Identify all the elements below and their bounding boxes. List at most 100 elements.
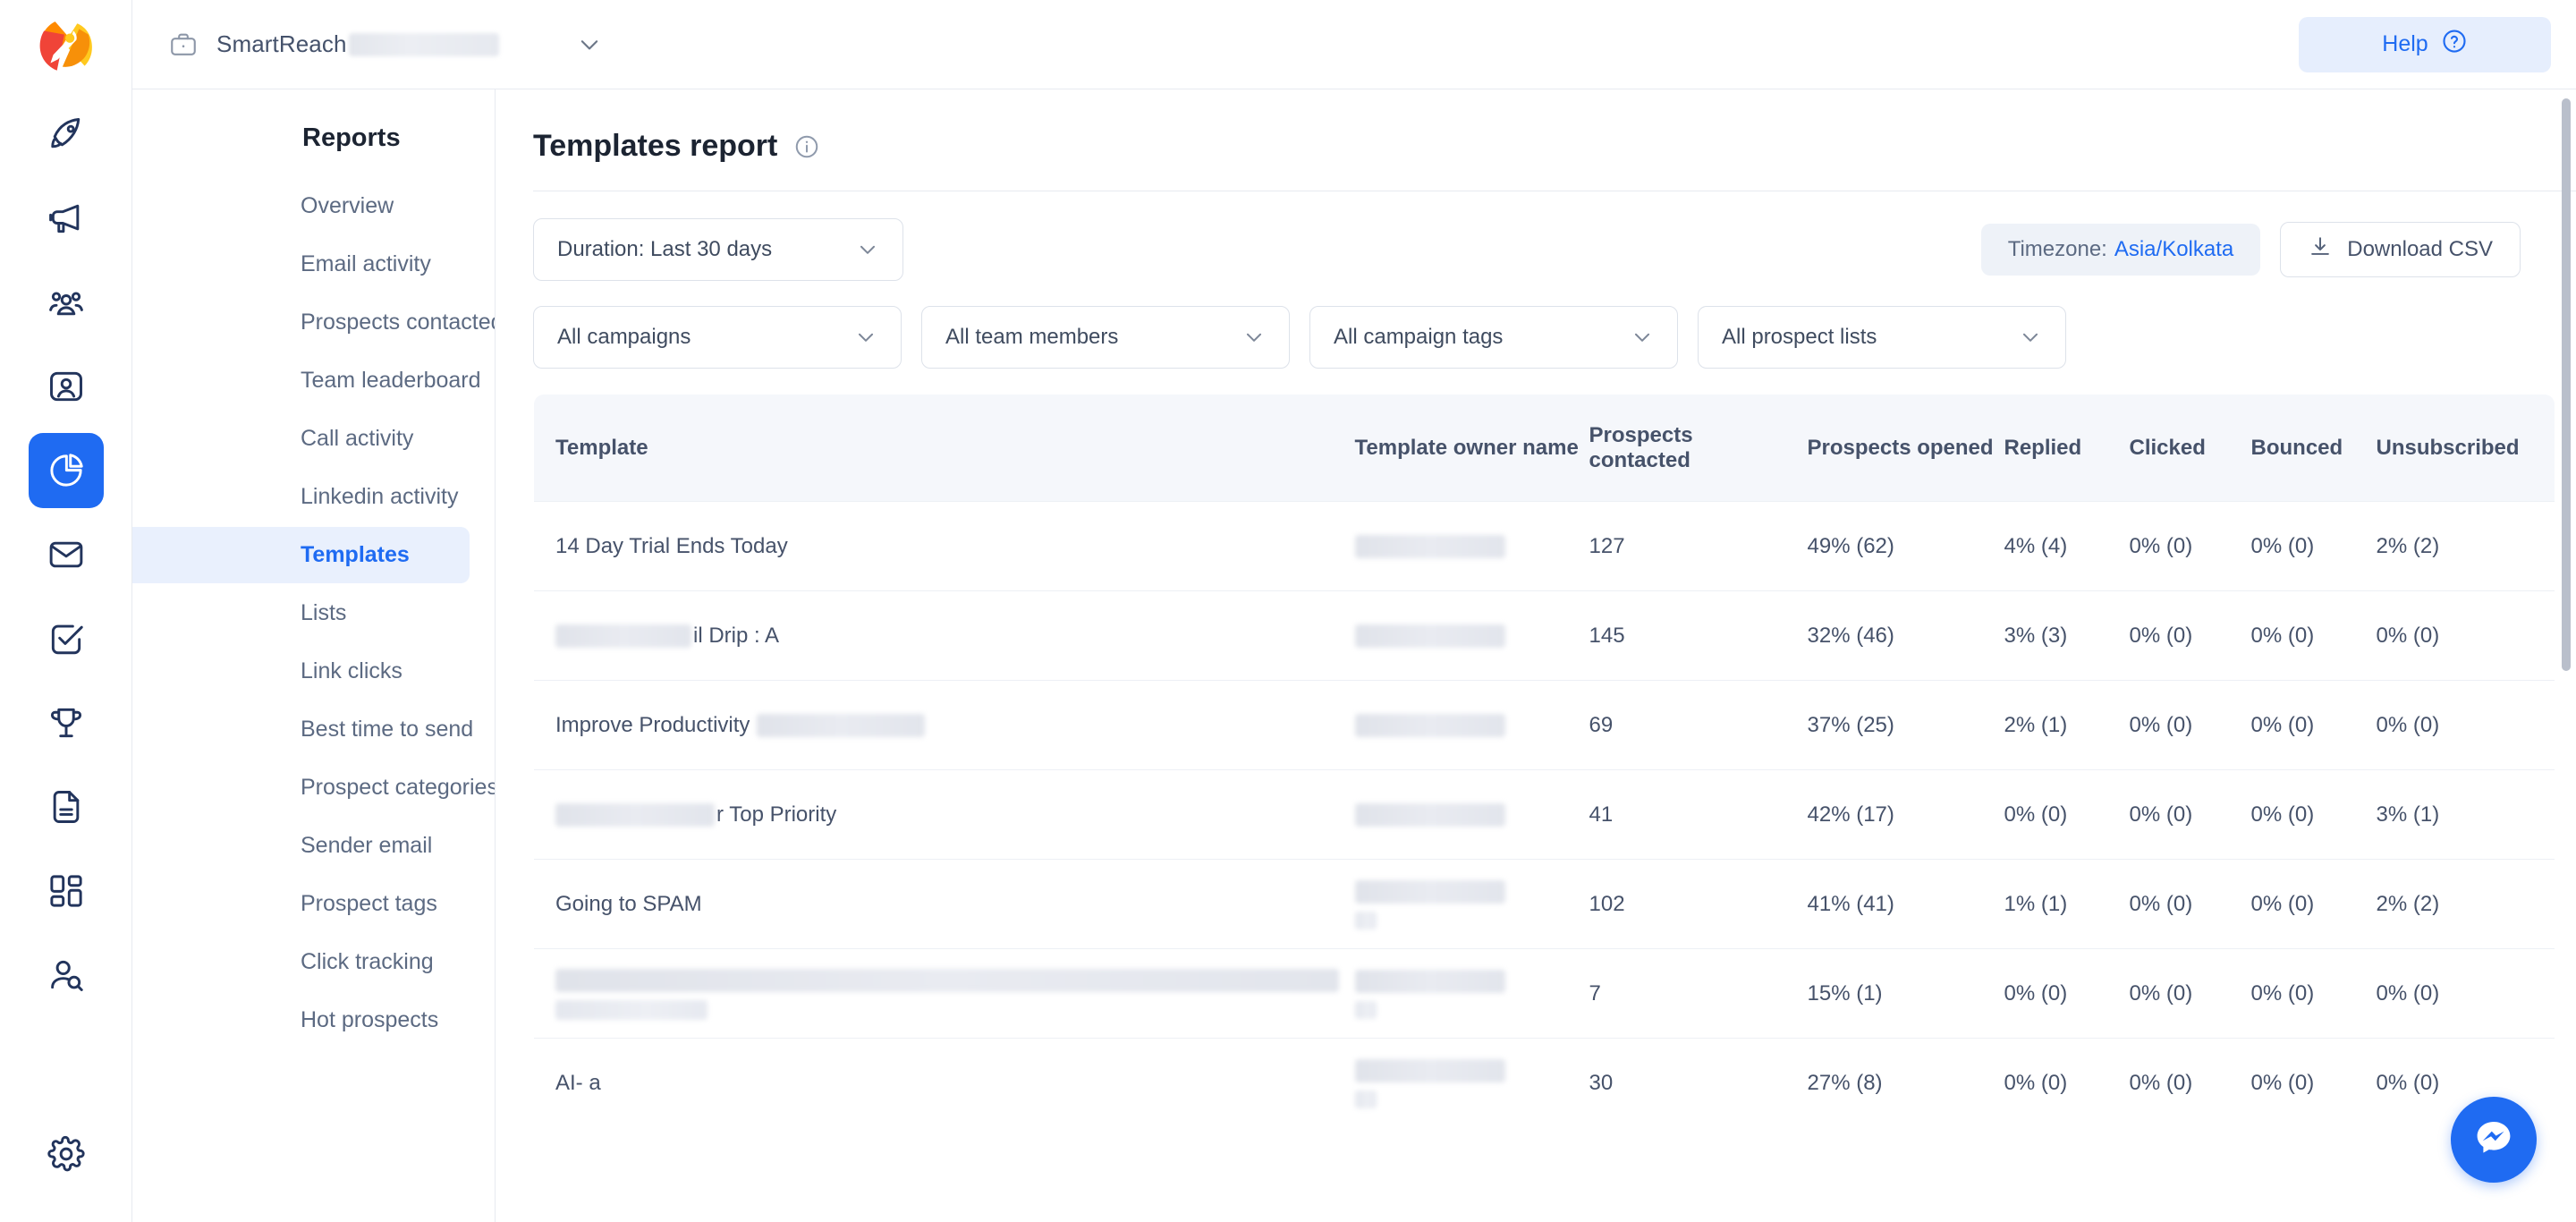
rail-item-settings[interactable] <box>29 1116 104 1192</box>
rail-item-prospect-finder[interactable] <box>29 938 104 1013</box>
team-members-filter-label: All team members <box>945 325 1119 349</box>
duration-select[interactable]: Duration: Last 30 days <box>533 218 903 281</box>
cell-opened: 49% (62) <box>1807 501 2004 591</box>
column-header-clicked[interactable]: Clicked <box>2129 395 2251 502</box>
chevron-down-icon <box>1242 326 1266 349</box>
prospect-lists-filter[interactable]: All prospect lists <box>1698 306 2066 369</box>
table-header-row: Template Template owner name Prospects c… <box>534 395 2555 502</box>
sidebar-item-call-activity[interactable]: Call activity <box>132 411 470 467</box>
sidebar-item-click-tracking[interactable]: Click tracking <box>132 934 470 990</box>
cell-contacted: 145 <box>1589 590 1808 681</box>
sidebar-item-link-clicks[interactable]: Link clicks <box>132 643 470 700</box>
owner-redacted <box>1354 1058 1505 1082</box>
template-name: r Top Priority <box>716 802 837 827</box>
chevron-down-icon <box>2019 326 2042 349</box>
sidebar-item-templates[interactable]: Templates <box>132 527 470 583</box>
template-prefix-redacted <box>555 624 691 648</box>
column-header-contacted[interactable]: Prospects contacted <box>1589 395 1808 502</box>
team-members-filter[interactable]: All team members <box>921 306 1290 369</box>
cell-contacted: 7 <box>1589 948 1808 1039</box>
workspace-name-redacted <box>348 32 499 56</box>
campaigns-filter[interactable]: All campaigns <box>533 306 902 369</box>
owner-redacted-line2 <box>1354 1001 1377 1019</box>
timezone-value[interactable]: Asia/Kolkata <box>2114 237 2233 262</box>
owner-redacted <box>1354 624 1505 649</box>
cell-clicked: 0% (0) <box>2129 501 2251 591</box>
cell-contacted: 41 <box>1589 769 1808 860</box>
sidebar-item-lists[interactable]: Lists <box>132 585 470 641</box>
question-circle-icon <box>2441 28 2468 61</box>
icon-rail <box>0 0 132 1222</box>
column-header-owner-name[interactable]: Template owner name <box>1354 395 1589 502</box>
cell-contacted: 102 <box>1589 859 1808 949</box>
cell-owner <box>1354 948 1589 1039</box>
column-header-bounced[interactable]: Bounced <box>2250 395 2377 502</box>
table-row[interactable]: il Drip : A 145 32% (46) 3% (3) 0% (0) 0… <box>534 590 2555 681</box>
owner-redacted <box>1354 535 1505 559</box>
table-row[interactable]: 14 Day Trial Ends Today 127 49% (62) 4% … <box>534 501 2555 591</box>
sidebar-nav: Overview Email activity Prospects contac… <box>132 178 495 1048</box>
table-row[interactable]: 7 15% (1) 0% (0) 0% (0) 0% (0) 0% (0) <box>534 948 2555 1039</box>
rail-item-templates[interactable] <box>29 769 104 844</box>
campaign-tags-filter[interactable]: All campaign tags <box>1309 306 1678 369</box>
cell-opened: 27% (8) <box>1807 1038 2004 1127</box>
column-header-replied[interactable]: Replied <box>2004 395 2130 502</box>
cell-replied: 0% (0) <box>2004 948 2130 1039</box>
cell-clicked: 0% (0) <box>2129 948 2251 1039</box>
sidebar-item-hot-prospects[interactable]: Hot prospects <box>132 992 470 1048</box>
sidebar-item-prospect-categories[interactable]: Prospect categories <box>132 760 495 816</box>
chat-support-button[interactable] <box>2451 1097 2537 1183</box>
cell-replied: 0% (0) <box>2004 1038 2130 1127</box>
table-row[interactable]: AI- a 30 27% (8) 0% (0) 0% (0) 0% (0) 0%… <box>534 1038 2555 1127</box>
document-icon <box>53 791 79 823</box>
rail-item-contacts[interactable] <box>29 349 104 424</box>
column-header-template[interactable]: Template <box>534 395 1355 502</box>
owner-redacted <box>1354 879 1505 904</box>
rail-item-tasks[interactable] <box>29 601 104 676</box>
help-button[interactable]: Help <box>2299 16 2551 72</box>
rail-item-campaigns[interactable] <box>29 97 104 172</box>
smartreach-logo-icon[interactable] <box>37 18 96 77</box>
chevron-down-icon[interactable] <box>576 31 603 58</box>
cell-owner <box>1354 680 1589 770</box>
rail-item-apps[interactable] <box>29 853 104 929</box>
rail-item-reports[interactable] <box>28 433 104 508</box>
rail-item-leaderboard[interactable] <box>29 685 104 760</box>
rail-item-outreach[interactable] <box>29 181 104 256</box>
sidebar-item-team-leaderboard[interactable]: Team leaderboard <box>132 352 481 409</box>
sidebar-item-sender-email[interactable]: Sender email <box>132 818 470 874</box>
table-row[interactable]: r Top Priority 41 42% (17) 0% (0) 0% (0)… <box>534 769 2555 860</box>
sidebar-item-linkedin-activity[interactable]: Linkedin activity <box>132 469 470 525</box>
sidebar-item-overview[interactable]: Overview <box>132 178 470 234</box>
column-header-unsubscribed[interactable]: Unsubscribed <box>2376 395 2555 502</box>
table-row[interactable]: Improve Productivity 69 37% (25) 2% (1) … <box>534 680 2555 770</box>
cell-unsubscribed: 0% (0) <box>2376 680 2555 770</box>
cell-unsubscribed: 2% (2) <box>2376 859 2555 949</box>
cell-clicked: 0% (0) <box>2129 769 2251 860</box>
app-root: SmartReach Help Reports Overview Email a… <box>0 0 2576 1222</box>
cell-contacted: 69 <box>1589 680 1808 770</box>
reports-sidebar: Reports Overview Email activity Prospect… <box>132 89 496 1222</box>
cell-template <box>534 948 1355 1039</box>
template-name: Going to SPAM <box>555 891 702 916</box>
info-icon[interactable] <box>793 133 820 160</box>
download-csv-label: Download CSV <box>2347 237 2493 261</box>
page-scrollbar-thumb[interactable] <box>2562 98 2571 671</box>
rail-item-prospects[interactable] <box>29 265 104 340</box>
cell-template: AI- a <box>534 1038 1355 1127</box>
user-search-icon <box>50 960 83 991</box>
cell-replied: 1% (1) <box>2004 859 2130 949</box>
workspace-switcher[interactable]: SmartReach <box>168 30 603 60</box>
table-row[interactable]: Going to SPAM 102 41% (41) 1% (1) 0% (0) <box>534 859 2555 949</box>
sidebar-item-prospect-tags[interactable]: Prospect tags <box>132 876 470 932</box>
download-csv-button[interactable]: Download CSV <box>2280 222 2521 277</box>
sidebar-item-prospects-contacted[interactable]: Prospects contacted <box>132 294 495 351</box>
sidebar-item-best-time-to-send[interactable]: Best time to send <box>132 701 473 758</box>
rail-item-inbox[interactable] <box>29 517 104 592</box>
help-label: Help <box>2382 31 2428 56</box>
cell-clicked: 0% (0) <box>2129 590 2251 681</box>
column-header-opened[interactable]: Prospects opened <box>1807 395 2004 502</box>
sidebar-item-email-activity[interactable]: Email activity <box>132 236 470 293</box>
chevron-down-icon <box>856 238 879 261</box>
pie-chart-icon <box>49 454 83 487</box>
